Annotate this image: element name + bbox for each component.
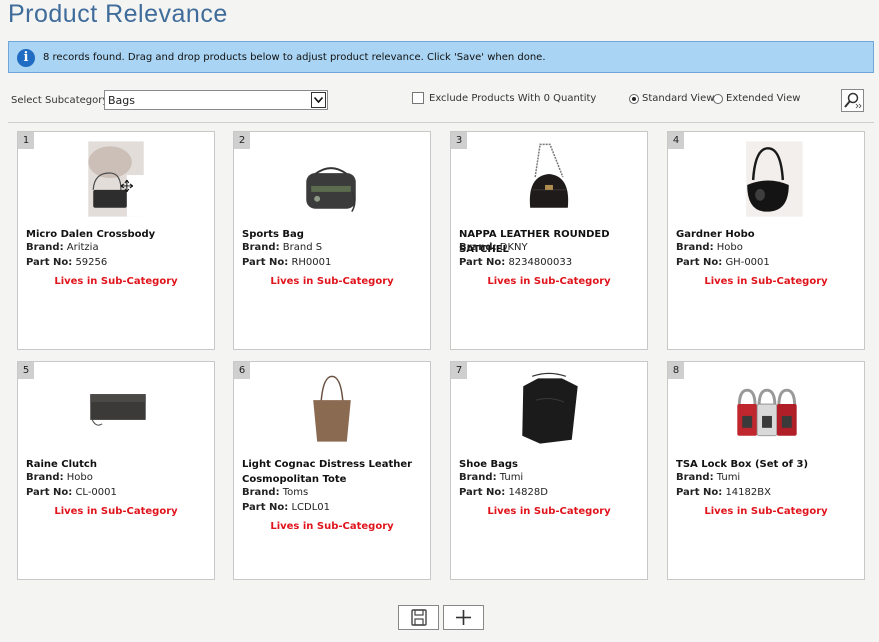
shoe-bag-icon — [522, 372, 578, 444]
product-card[interactable]: 2 Sports Bag Brand: Brand S Part No: RH0… — [233, 131, 431, 350]
product-part-no: Part No: LCDL01 — [242, 502, 330, 513]
product-brand: Brand: Hobo — [676, 242, 743, 253]
product-part-no: Part No: RH0001 — [242, 257, 332, 268]
extended-view-radio[interactable] — [713, 93, 723, 104]
product-part-no: Part No: 59256 — [26, 257, 108, 268]
filter-row: Select Subcategory: Bags Exclude Product… — [0, 89, 879, 113]
lives-in-subcategory-link[interactable]: Lives in Sub-Category — [18, 276, 214, 287]
product-card[interactable]: 8 TSA Lock Box (Set of 3) Brand: Tumi Pa… — [667, 361, 865, 580]
product-card[interactable]: 1 Micro Dalen Crossbody Brand: Aritzia P… — [17, 131, 215, 350]
lives-in-subcategory-link[interactable]: Lives in Sub-Category — [668, 276, 864, 287]
extended-view-option[interactable]: Extended View — [713, 93, 800, 104]
search-button[interactable] — [841, 89, 864, 112]
save-icon — [411, 609, 427, 626]
product-brand: Brand: DKNY — [459, 242, 528, 253]
standard-view-option[interactable]: Standard View — [629, 93, 714, 104]
info-text: 8 records found. Drag and drop products … — [43, 52, 546, 63]
save-button[interactable] — [398, 605, 439, 630]
lives-in-subcategory-link[interactable]: Lives in Sub-Category — [18, 506, 214, 517]
product-card[interactable]: 3 NAPPA LEATHER ROUNDED SATCHEL Brand: D… — [450, 131, 648, 350]
product-card[interactable]: 6 Light Cognac Distress Leather Cosmopol… — [233, 361, 431, 580]
lives-in-subcategory-link[interactable]: Lives in Sub-Category — [234, 521, 430, 532]
product-name: Light Cognac Distress Leather Cosmopolit… — [242, 459, 413, 485]
product-name: Micro Dalen Crossbody — [26, 229, 156, 240]
hobo-bag-icon — [746, 141, 803, 217]
product-name: Sports Bag — [242, 229, 304, 240]
exclude-zero-quantity[interactable]: Exclude Products With 0 Quantity — [412, 92, 596, 104]
product-brand: Brand: Aritzia — [26, 242, 99, 253]
padlock-icon — [737, 388, 797, 437]
product-name: Shoe Bags — [459, 459, 518, 470]
product-brand: Brand: Tumi — [676, 472, 741, 483]
lives-in-subcategory-link[interactable]: Lives in Sub-Category — [451, 506, 647, 517]
clutch-icon — [90, 394, 146, 426]
info-icon: i — [17, 49, 35, 67]
standard-view-label: Standard View — [642, 93, 715, 104]
lives-in-subcategory-link[interactable]: Lives in Sub-Category — [451, 276, 647, 287]
product-part-no: Part No: 8234800033 — [459, 257, 573, 268]
subcategory-label: Select Subcategory: — [11, 95, 111, 106]
product-part-no: Part No: GH-0001 — [676, 257, 770, 268]
info-banner: i 8 records found. Drag and drop product… — [8, 41, 874, 73]
product-part-no: Part No: CL-0001 — [26, 487, 117, 498]
product-card[interactable]: 4 Gardner Hobo Brand: Hobo Part No: GH-0… — [667, 131, 865, 350]
product-brand: Brand: Brand S — [242, 242, 323, 253]
sports-bag-icon — [306, 167, 356, 213]
subcategory-value: Bags — [108, 94, 136, 107]
page-title: Product Relevance — [8, 0, 228, 28]
standard-view-radio[interactable] — [629, 93, 639, 104]
tote-bag-icon — [313, 375, 351, 442]
product-name: Raine Clutch — [26, 459, 97, 470]
product-name: TSA Lock Box (Set of 3) — [676, 459, 809, 470]
add-button[interactable] — [443, 605, 484, 630]
subcategory-select[interactable]: Bags — [104, 90, 328, 110]
search-icon — [844, 92, 862, 109]
satchel-icon — [529, 143, 569, 208]
extended-view-label: Extended View — [726, 93, 801, 104]
product-brand: Brand: Toms — [242, 487, 309, 498]
product-brand: Brand: Tumi — [459, 472, 524, 483]
divider — [8, 122, 874, 123]
product-part-no: Part No: 14828D — [459, 487, 548, 498]
exclude-checkbox[interactable] — [412, 92, 424, 104]
product-name: Gardner Hobo — [676, 229, 755, 240]
exclude-label: Exclude Products With 0 Quantity — [429, 92, 597, 104]
lives-in-subcategory-link[interactable]: Lives in Sub-Category — [668, 506, 864, 517]
product-card[interactable]: 7 Shoe Bags Brand: Tumi Part No: 14828D … — [450, 361, 648, 580]
product-card[interactable]: 5 Raine Clutch Brand: Hobo Part No: CL-0… — [17, 361, 215, 580]
chevron-down-icon[interactable] — [311, 92, 326, 108]
product-part-no: Part No: 14182BX — [676, 487, 771, 498]
crossbody-bag-icon — [88, 141, 153, 217]
product-brand: Brand: Hobo — [26, 472, 93, 483]
lives-in-subcategory-link[interactable]: Lives in Sub-Category — [234, 276, 430, 287]
plus-icon — [456, 610, 471, 625]
